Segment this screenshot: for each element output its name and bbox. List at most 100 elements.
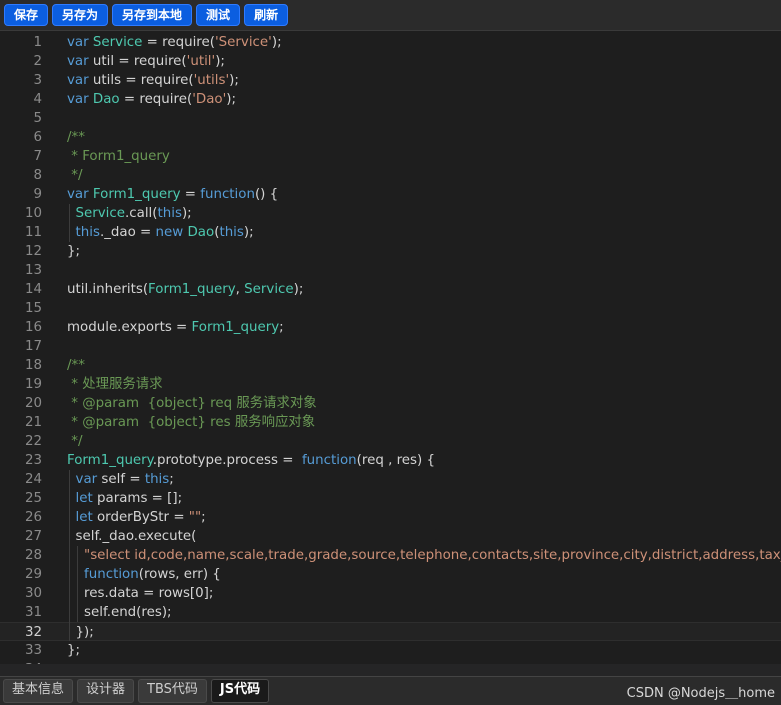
save-local-button[interactable]: 另存到本地 [112, 4, 193, 26]
code-text: self._dao.execute( [67, 529, 197, 544]
code-text: this._dao = new Dao(this); [75, 225, 254, 240]
code-line[interactable]: 5 [0, 109, 781, 128]
code-line[interactable]: 25 let params = []; [0, 489, 781, 508]
code-text: * @param {object} req 服务请求对象 [67, 396, 317, 411]
code-line[interactable]: 22 */ [0, 432, 781, 451]
code-line[interactable]: 27 self._dao.execute( [0, 527, 781, 546]
code-line[interactable]: 17 [0, 337, 781, 356]
line-number: 20 [24, 396, 42, 411]
save-as-button[interactable]: 另存为 [52, 4, 109, 26]
line-number: 32 [24, 625, 42, 640]
code-text: var util = require('util'); [67, 54, 225, 69]
code-line[interactable]: 33}; [0, 641, 781, 660]
tab-tbs-code[interactable]: TBS代码 [138, 679, 207, 703]
line-number: 31 [24, 605, 42, 620]
line-number: 27 [24, 529, 42, 544]
code-text: res.data = rows[0]; [67, 586, 214, 601]
line-number: 2 [33, 54, 42, 69]
code-line[interactable]: 21 * @param {object} res 服务响应对象 [0, 413, 781, 432]
code-line[interactable]: 10 Service.call(this); [0, 204, 781, 223]
code-line[interactable]: 19 * 处理服务请求 [0, 375, 781, 394]
code-line[interactable]: 30 res.data = rows[0]; [0, 584, 781, 603]
indent-guide [69, 204, 70, 242]
line-number: 28 [24, 548, 42, 563]
line-number: 9 [33, 187, 42, 202]
line-number: 7 [33, 149, 42, 164]
code-text: * Form1_query [67, 149, 170, 164]
code-line[interactable]: 7 * Form1_query [0, 147, 781, 166]
code-text: }; [67, 643, 81, 658]
code-text: function(rows, err) { [84, 567, 221, 582]
line-number: 26 [24, 510, 42, 525]
code-line[interactable]: 1 var Service = require('Service'); [0, 33, 781, 52]
code-line[interactable]: 20 * @param {object} req 服务请求对象 [0, 394, 781, 413]
watermark: CSDN @Nodejs＿home [626, 686, 775, 701]
code-line[interactable]: 8 */ [0, 166, 781, 185]
code-text: var Service = require('Service'); [67, 35, 282, 50]
code-text: self.end(res); [67, 605, 172, 620]
code-text: /** [67, 358, 85, 373]
line-number: 12 [24, 244, 42, 259]
code-text: Service.call(this); [75, 206, 192, 221]
code-text: /** [67, 130, 85, 145]
code-text: */ [67, 434, 83, 449]
indent-guide [69, 470, 70, 641]
code-line[interactable]: 31 self.end(res); [0, 603, 781, 622]
code-line[interactable]: 13 [0, 261, 781, 280]
line-number: 10 [24, 206, 42, 221]
line-number: 1 [33, 35, 42, 50]
code-line[interactable]: 2 var util = require('util'); [0, 52, 781, 71]
tab-js-code[interactable]: JS代码 [210, 679, 270, 703]
indent-guide [77, 546, 78, 622]
line-number: 5 [33, 111, 42, 126]
code-line[interactable]: 16 module.exports = Form1_query; [0, 318, 781, 337]
code-line[interactable]: 12}; [0, 242, 781, 261]
code-text: var utils = require('utils'); [67, 73, 239, 88]
line-number: 13 [24, 263, 42, 278]
code-text: var Form1_query = function() { [67, 187, 279, 202]
line-number: 8 [33, 168, 42, 183]
code-text: }; [67, 244, 81, 259]
line-number: 21 [24, 415, 42, 430]
code-line[interactable]: 4 var Dao = require('Dao'); [0, 90, 781, 109]
code-line[interactable]: 29 function(rows, err) { [0, 565, 781, 584]
code-line[interactable]: 24 var self = this; [0, 470, 781, 489]
code-line[interactable]: 32 }); [0, 622, 781, 641]
code-line[interactable]: 28 "select id,code,name,scale,trade,grad… [0, 546, 781, 565]
line-number: 25 [24, 491, 42, 506]
code-text: let params = []; [75, 491, 183, 506]
save-button[interactable]: 保存 [4, 4, 49, 26]
code-text: var self = this; [75, 472, 174, 487]
line-number: 23 [24, 453, 42, 468]
line-number: 16 [24, 320, 42, 335]
line-number: 29 [24, 567, 42, 582]
tab-basic-info[interactable]: 基本信息 [3, 679, 74, 703]
test-button[interactable]: 测试 [196, 4, 241, 26]
code-line[interactable]: 18 /** [0, 356, 781, 375]
refresh-button[interactable]: 刷新 [244, 4, 289, 26]
line-number: 19 [24, 377, 42, 392]
code-line[interactable]: 23 Form1_query.prototype.process = functi… [0, 451, 781, 470]
code-line[interactable]: 11 this._dao = new Dao(this); [0, 223, 781, 242]
code-line[interactable]: 6 /** [0, 128, 781, 147]
code-line[interactable]: 26 let orderByStr = ""; [0, 508, 781, 527]
toolbar: 保存 另存为 另存到本地 测试 刷新 [0, 0, 781, 31]
line-number: 24 [24, 472, 42, 487]
code-editor[interactable]: 1 var Service = require('Service'); 2 var u… [0, 32, 781, 664]
code-text: module.exports = Form1_query; [67, 320, 284, 335]
code-text: let orderByStr = ""; [75, 510, 206, 525]
code-line[interactable]: 14 util.inherits(Form1_query, Service); [0, 280, 781, 299]
line-number: 17 [24, 339, 42, 354]
code-text: * 处理服务请求 [67, 377, 163, 392]
code-text: util.inherits(Form1_query, Service); [67, 282, 304, 297]
horizontal-scrollbar[interactable] [0, 664, 781, 676]
code-text: */ [67, 168, 83, 183]
code-line[interactable]: 15 [0, 299, 781, 318]
code-line[interactable]: 9 var Form1_query = function() { [0, 185, 781, 204]
tab-designer[interactable]: 设计器 [77, 679, 135, 703]
code-line[interactable]: 3 var utils = require('utils'); [0, 71, 781, 90]
line-number: 33 [24, 643, 42, 658]
line-number: 6 [33, 130, 42, 145]
line-number: 22 [24, 434, 42, 449]
line-number: 18 [24, 358, 42, 373]
